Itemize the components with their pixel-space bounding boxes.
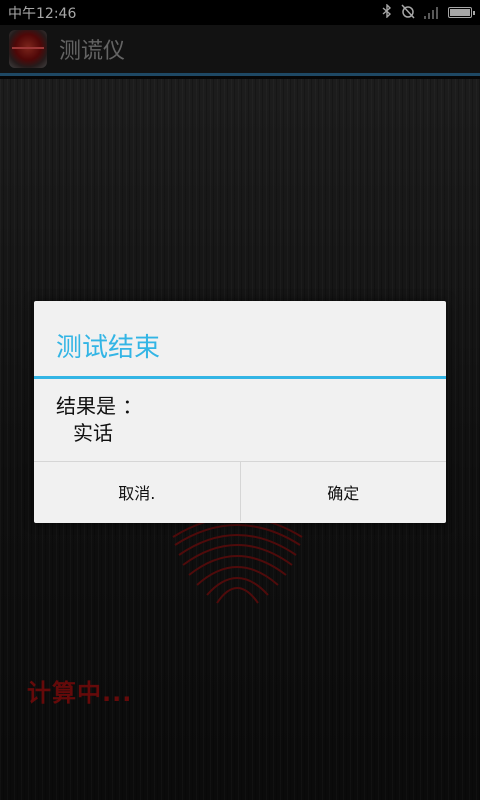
ok-button[interactable]: 确定 [239,462,447,521]
dialog-buttons: 取消. 确定 [34,461,446,521]
dialog-message: 结果是 ： 实话 [34,379,446,461]
result-dialog: 测试结束 结果是 ： 实话 取消. 确定 [34,301,446,523]
dialog-title: 测试结束 [34,301,446,379]
cancel-button[interactable]: 取消. [34,462,240,521]
dialog-message-line1: 结果是 ： [56,394,143,418]
dialog-message-line2: 实话 [73,421,113,445]
